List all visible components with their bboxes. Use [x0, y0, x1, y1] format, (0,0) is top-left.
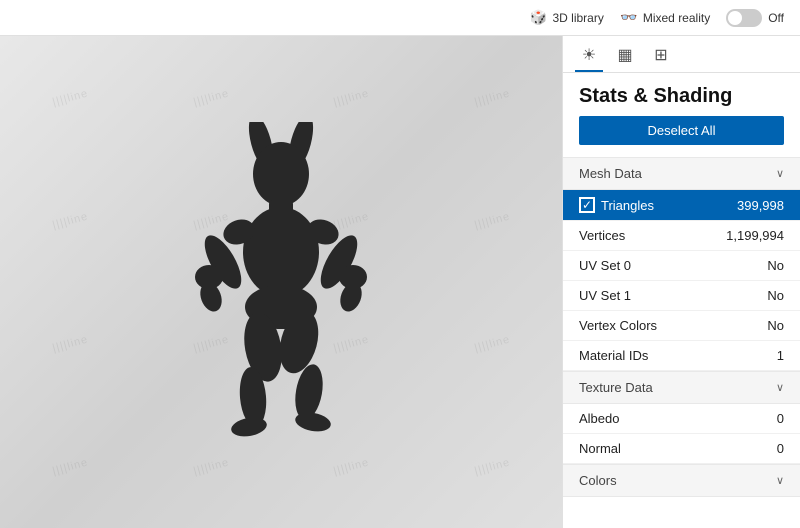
- watermark-cell: ||||line: [408, 389, 562, 528]
- tab-grid2[interactable]: ▦: [611, 44, 639, 72]
- tab-sun[interactable]: ☀: [575, 44, 603, 72]
- row-value: 0: [777, 411, 784, 426]
- top-bar: 🎲 3D library 👓 Mixed reality Off: [0, 0, 800, 36]
- row-value: No: [767, 258, 784, 273]
- deselect-all-button[interactable]: Deselect All: [579, 116, 784, 145]
- mixed-reality-toggle[interactable]: [726, 9, 762, 27]
- table-row: Vertex Colors No: [563, 311, 800, 341]
- model-silhouette: [191, 122, 371, 442]
- mixed-reality-label: Mixed reality: [643, 11, 710, 25]
- colors-section-header[interactable]: Colors ∨: [563, 464, 800, 497]
- right-panel: ☀ ▦ ⊞ Stats & Shading Deselect All Mesh …: [562, 36, 800, 528]
- main-area: ||||line ||||line ||||line ||||line ||||…: [0, 36, 800, 528]
- table-row: UV Set 1 No: [563, 281, 800, 311]
- mesh-data-section-header[interactable]: Mesh Data ∨: [563, 157, 800, 190]
- toggle-container: Off: [726, 9, 784, 27]
- watermark-cell: ||||line: [408, 143, 562, 298]
- row-label: Normal: [579, 441, 621, 456]
- mesh-data-chevron: ∨: [776, 167, 784, 180]
- mixed-reality-button[interactable]: 👓 Mixed reality: [620, 9, 710, 27]
- row-label: UV Set 0: [579, 258, 631, 273]
- toggle-thumb: [728, 11, 742, 25]
- watermark-cell: ||||line: [408, 266, 562, 421]
- row-label: Triangles: [601, 198, 654, 213]
- toggle-label: Off: [768, 11, 784, 25]
- colors-title: Colors: [579, 473, 617, 488]
- checkmark-icon: ✓: [582, 199, 592, 211]
- library-icon: 🎲: [529, 9, 547, 27]
- table-row: Albedo 0: [563, 404, 800, 434]
- watermark-cell: ||||line: [0, 36, 154, 175]
- panel-content: Stats & Shading Deselect All Mesh Data ∨…: [563, 73, 800, 528]
- watermark-cell: ||||line: [0, 389, 154, 528]
- row-value: No: [767, 288, 784, 303]
- library-button[interactable]: 🎲 3D library: [529, 9, 603, 27]
- tab-grid3[interactable]: ⊞: [647, 44, 675, 72]
- row-label: Vertices: [579, 228, 625, 243]
- library-label: 3D library: [552, 11, 603, 25]
- texture-data-title: Texture Data: [579, 380, 653, 395]
- row-value: 0: [777, 441, 784, 456]
- row-label: Vertex Colors: [579, 318, 657, 333]
- row-left: ✓ Triangles: [579, 197, 654, 213]
- table-row[interactable]: Vertices 1,199,994: [563, 221, 800, 251]
- row-value: 399,998: [737, 198, 784, 213]
- row-label: Albedo: [579, 411, 619, 426]
- panel-tabs: ☀ ▦ ⊞: [563, 36, 800, 73]
- row-value: 1: [777, 348, 784, 363]
- watermark-cell: ||||line: [408, 36, 562, 175]
- mesh-data-title: Mesh Data: [579, 166, 642, 181]
- mixed-reality-icon: 👓: [620, 9, 638, 27]
- texture-data-chevron: ∨: [776, 381, 784, 394]
- triangles-checkbox[interactable]: ✓: [579, 197, 595, 213]
- row-value: 1,199,994: [726, 228, 784, 243]
- row-value: No: [767, 318, 784, 333]
- watermark-cell: ||||line: [0, 143, 154, 298]
- row-label: Material IDs: [579, 348, 648, 363]
- table-row: UV Set 0 No: [563, 251, 800, 281]
- watermark-cell: ||||line: [0, 266, 154, 421]
- table-row[interactable]: ✓ Triangles 399,998: [563, 190, 800, 221]
- colors-chevron: ∨: [776, 474, 784, 487]
- row-label: UV Set 1: [579, 288, 631, 303]
- table-row: Normal 0: [563, 434, 800, 464]
- canvas-area: ||||line ||||line ||||line ||||line ||||…: [0, 36, 562, 528]
- panel-title: Stats & Shading: [563, 73, 800, 116]
- table-row: Material IDs 1: [563, 341, 800, 371]
- texture-data-section-header[interactable]: Texture Data ∨: [563, 371, 800, 404]
